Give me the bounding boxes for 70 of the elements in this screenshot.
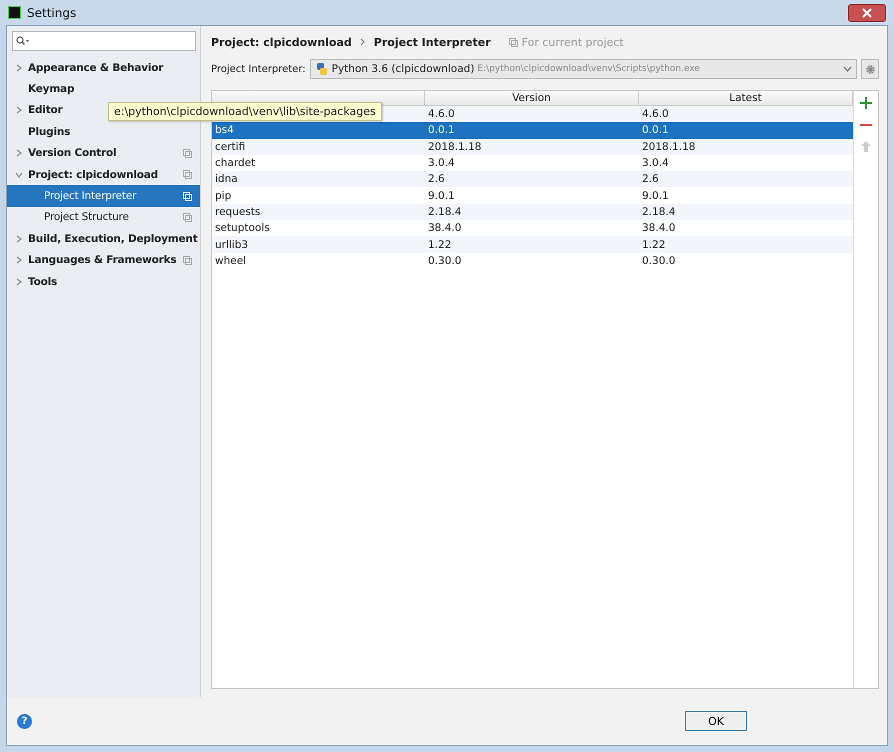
sidebar-item[interactable]: Project Structure	[7, 206, 200, 228]
search-icon	[16, 36, 30, 46]
table-row[interactable]: certifi 2018.1.18 2018.1.18	[212, 138, 853, 155]
table-row[interactable]: idna 2.6 2.6	[212, 171, 853, 188]
interpreter-dropdown[interactable]: Python 3.6 (clpicdownload) E:\python\clpicdownload\venv\Scripts\python.exe	[310, 59, 857, 79]
table-row[interactable]: wheel 0.30.0 0.30.0	[212, 252, 853, 269]
package-name: idna	[215, 173, 238, 186]
table-row[interactable]: setuptools 38.4.0 38.4.0	[212, 220, 853, 236]
scope-note: For current project	[522, 36, 624, 48]
version-text: 0.0.1	[428, 124, 455, 136]
help-button[interactable]: ?	[17, 714, 32, 728]
package-name: setuptools	[215, 222, 270, 234]
package-name: certifi	[215, 140, 246, 153]
interpreter-label: Project Interpreter:	[211, 64, 306, 74]
package-name: chardet	[215, 157, 256, 170]
version-text: 4.6.0	[428, 108, 455, 120]
breadcrumb-item: Project Interpreter	[374, 36, 491, 48]
table-row[interactable]: pip 9.0.1 9.0.1	[212, 187, 853, 204]
sidebar-item[interactable]: Build, Execution, Deployment	[7, 228, 200, 250]
sidebar-item[interactable]: Tools	[7, 270, 200, 292]
ok-button[interactable]: OK	[685, 711, 747, 731]
package-name: urllib3	[215, 238, 248, 251]
latest-version-text: 3.0.4	[642, 157, 669, 170]
close-icon	[862, 8, 872, 18]
search-field[interactable]	[12, 31, 196, 51]
python-icon	[314, 62, 329, 76]
package-name: requests	[215, 206, 260, 218]
copy-icon	[508, 38, 518, 46]
table-row[interactable]: urllib3 1.22 1.22	[212, 236, 853, 253]
app-logo-icon	[8, 6, 21, 19]
latest-version-text: 0.30.0	[642, 254, 676, 267]
chevron-right-icon	[360, 38, 366, 46]
sidebar-item[interactable]: Project: clpicdownload	[7, 164, 200, 186]
version-text: 9.0.1	[428, 190, 455, 202]
sidebar-item[interactable]: Plugins	[7, 121, 200, 143]
version-text: 0.30.0	[428, 254, 462, 267]
latest-version-text: 38.4.0	[642, 222, 676, 234]
latest-version-text: 1.22	[642, 238, 666, 251]
package-name: pip	[215, 190, 232, 202]
settings-icon	[864, 64, 876, 74]
latest-version-text: 0.0.1	[642, 124, 669, 136]
version-text: 2.6	[428, 173, 445, 186]
sidebar-item[interactable]: Project Interpreter	[7, 185, 200, 207]
latest-version-text: 2.18.4	[642, 206, 676, 218]
sidebar-item[interactable]: Version Control	[7, 142, 200, 164]
breadcrumb-item: Project: clpicdownload	[211, 36, 352, 48]
package-name: bs4	[215, 124, 234, 136]
version-text: 2.18.4	[428, 206, 462, 218]
latest-version-text: 4.6.0	[642, 108, 669, 120]
table-row[interactable]: chardet 3.0.4 3.0.4	[212, 154, 853, 172]
version-text: 1.22	[428, 238, 452, 251]
package-name: wheel	[215, 254, 246, 267]
version-text: 2018.1.18	[428, 140, 482, 153]
sidebar-item[interactable]: Keymap	[7, 78, 200, 100]
table-row[interactable]: bs4 0.0.1 0.0.1	[212, 122, 853, 139]
table-row[interactable]: requests 2.18.4 2.18.4	[212, 204, 853, 220]
version-text: 3.0.4	[428, 157, 455, 170]
window-title: Settings	[27, 6, 76, 20]
sidebar-item[interactable]: Appearance & Behavior	[7, 57, 200, 78]
latest-version-text: 2018.1.18	[642, 140, 696, 153]
column-header[interactable]: Version	[425, 91, 639, 105]
tooltip: e:\python\clpicdownload\venv\lib\site-packages	[108, 102, 382, 121]
settings-button[interactable]	[861, 59, 879, 79]
add-icon[interactable]	[860, 97, 872, 109]
column-header[interactable]: Latest	[639, 91, 853, 105]
latest-version-text: 9.0.1	[642, 190, 669, 202]
sidebar-item[interactable]: Languages & Frameworks	[7, 250, 200, 271]
close-button[interactable]	[848, 4, 886, 22]
version-text: 38.4.0	[428, 222, 462, 234]
latest-version-text: 2.6	[642, 173, 659, 186]
